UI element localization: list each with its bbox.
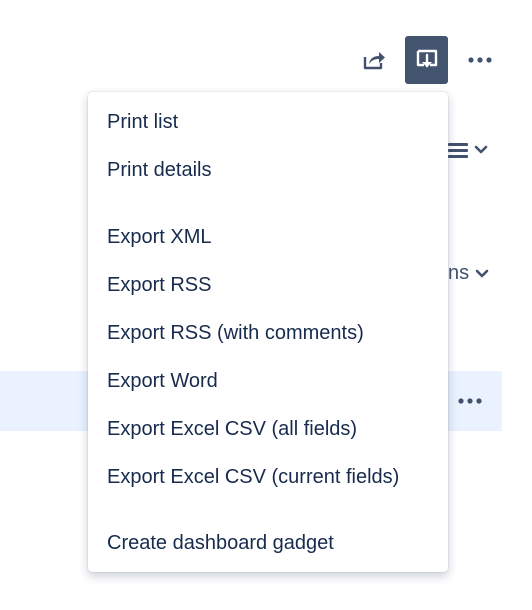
menu-item-label: Export RSS (107, 273, 212, 296)
more-icon (468, 57, 492, 63)
export-menu: Print list Print details Export XML Expo… (88, 92, 448, 572)
more-icon (458, 398, 482, 404)
columns-button[interactable]: ns (448, 262, 489, 285)
menu-item-label: Export Excel CSV (current fields) (107, 465, 400, 488)
chevron-down-icon (475, 269, 489, 277)
issue-navigator-page: ns Print list Print details Export XML E… (0, 0, 532, 610)
menu-item-label: Print list (107, 110, 179, 133)
menu-item-label: Export Word (107, 369, 218, 392)
list-view-icon (448, 143, 468, 158)
export-icon (416, 49, 437, 68)
chevron-down-icon (474, 145, 488, 154)
menu-item-label: Export RSS (with comments) (107, 321, 364, 344)
view-toggle-button[interactable] (446, 140, 488, 160)
menu-item-label: Export Excel CSV (all fields) (107, 417, 358, 440)
menu-item-export-word[interactable]: Export Word (88, 359, 448, 403)
menu-item-export-csv-all[interactable]: Export Excel CSV (all fields) (88, 407, 448, 451)
menu-item-label: Export XML (107, 225, 212, 248)
menu-item-label: Print details (107, 158, 212, 181)
export-button[interactable] (405, 36, 448, 84)
menu-item-label: Create dashboard gadget (107, 531, 334, 554)
menu-item-print-list[interactable]: Print list (88, 100, 448, 144)
more-actions-button[interactable] (460, 40, 500, 80)
share-button[interactable] (354, 40, 394, 80)
menu-item-export-rss-comments[interactable]: Export RSS (with comments) (88, 311, 448, 355)
share-icon (363, 52, 385, 70)
menu-item-create-gadget[interactable]: Create dashboard gadget (88, 521, 448, 565)
menu-item-export-rss[interactable]: Export RSS (88, 263, 448, 307)
row-actions-button[interactable] (452, 388, 488, 414)
columns-label: ns (448, 262, 470, 284)
menu-item-export-csv-current[interactable]: Export Excel CSV (current fields) (88, 455, 448, 499)
menu-item-print-details[interactable]: Print details (88, 148, 448, 192)
menu-item-export-xml[interactable]: Export XML (88, 215, 448, 259)
